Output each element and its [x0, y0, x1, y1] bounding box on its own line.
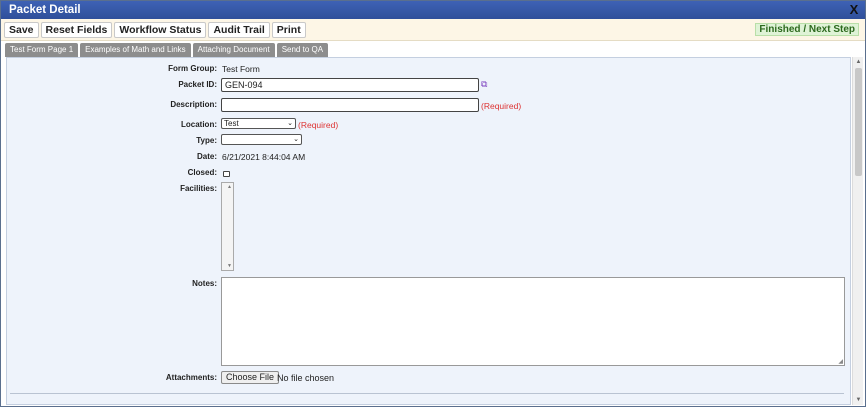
save-button[interactable]: Save	[4, 21, 39, 38]
choose-file-button[interactable]: Choose File	[221, 371, 280, 384]
tab-send-to-qa[interactable]: Send to QA	[276, 43, 329, 57]
panel-scrollbar[interactable]: ▲ ▼	[852, 57, 863, 405]
scroll-down-icon[interactable]: ▼	[227, 263, 232, 269]
form-group-label: Form Group:	[168, 64, 217, 73]
location-select[interactable]: Test ⌄	[221, 118, 296, 129]
location-label: Location:	[181, 120, 217, 129]
no-file-chosen-text: No file chosen	[277, 373, 335, 383]
description-input[interactable]	[221, 98, 479, 112]
notes-label: Notes:	[192, 279, 217, 288]
link-icon[interactable]: ⧉	[481, 79, 487, 90]
tab-test-form-page-1[interactable]: Test Form Page 1	[5, 43, 79, 57]
chevron-down-icon: ⌄	[287, 120, 293, 127]
notes-textarea[interactable]: ◢	[221, 277, 845, 366]
toolbar: Save Reset Fields Workflow Status Audit …	[1, 19, 865, 41]
location-select-value: Test	[224, 119, 239, 128]
workflow-status-button[interactable]: Workflow Status	[114, 21, 207, 38]
closed-label: Closed:	[187, 168, 217, 177]
packet-id-input[interactable]: GEN-094	[221, 78, 479, 92]
tab-attaching-document[interactable]: Attaching Document	[192, 43, 275, 57]
scroll-down-icon[interactable]: ▼	[853, 395, 864, 405]
print-button[interactable]: Print	[271, 21, 306, 38]
facilities-listbox[interactable]: ▲ ▼	[221, 182, 234, 271]
scroll-up-icon[interactable]: ▲	[227, 184, 232, 190]
date-label: Date:	[196, 152, 217, 161]
description-label: Description:	[170, 100, 217, 109]
reset-fields-button[interactable]: Reset Fields	[40, 21, 113, 38]
tab-bar: Test Form Page 1 Examples of Math and Li…	[1, 43, 865, 57]
location-required-text: (Required)	[298, 120, 339, 130]
facilities-label: Facilities:	[180, 184, 217, 193]
title-bar: Packet Detail X	[1, 1, 865, 19]
tab-examples-math-links[interactable]: Examples of Math and Links	[80, 43, 191, 57]
packet-id-label: Packet ID:	[178, 80, 217, 89]
date-value: 6/21/2021 8:44:04 AM	[222, 152, 306, 162]
scroll-up-icon[interactable]: ▲	[853, 57, 864, 67]
type-label: Type:	[196, 136, 217, 145]
closed-checkbox[interactable]	[223, 171, 230, 177]
type-select[interactable]: ⌄	[221, 134, 302, 145]
close-icon[interactable]: X	[847, 2, 861, 17]
attachments-label: Attachments:	[165, 373, 217, 382]
resize-grip-icon[interactable]: ◢	[838, 358, 843, 365]
audit-trail-button[interactable]: Audit Trail	[208, 21, 270, 38]
description-required-text: (Required)	[481, 101, 522, 111]
form-group-value: Test Form	[222, 64, 260, 74]
scroll-thumb[interactable]	[855, 68, 862, 176]
section-divider	[10, 393, 844, 394]
finished-next-step-button[interactable]: Finished / Next Step	[755, 23, 859, 36]
window-title: Packet Detail	[9, 4, 81, 16]
chevron-down-icon: ⌄	[293, 136, 299, 143]
